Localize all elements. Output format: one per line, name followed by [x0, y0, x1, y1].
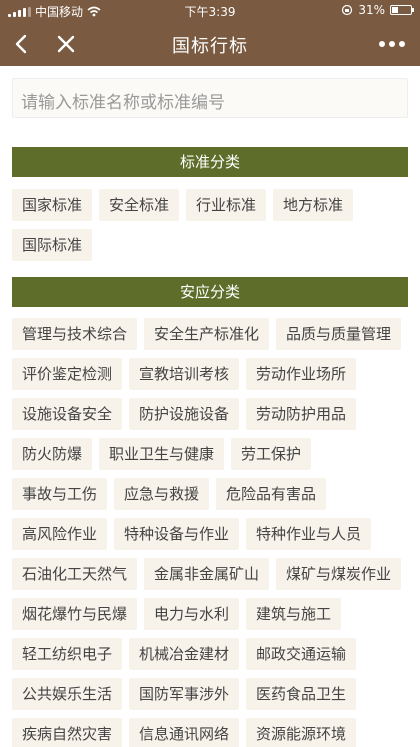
- category-tag[interactable]: 地方标准: [273, 189, 354, 221]
- page-title: 国标行标: [172, 36, 248, 57]
- category-tag[interactable]: 资源能源环境: [246, 718, 357, 747]
- search-input[interactable]: 请输入标准名称或标准编号: [12, 78, 408, 118]
- category-tag[interactable]: 石油化工天然气: [12, 558, 138, 590]
- category-tag[interactable]: 职业卫生与健康: [99, 438, 225, 470]
- category-tag[interactable]: 评价鉴定检测: [12, 358, 123, 390]
- battery-percent: 31%: [358, 3, 385, 17]
- category-tag[interactable]: 应急与救援: [114, 478, 210, 510]
- category-tag[interactable]: 劳动作业场所: [246, 358, 357, 390]
- battery-icon: [390, 5, 414, 15]
- lock-rotation-icon: [342, 4, 353, 16]
- nav-bar: 国标行标: [0, 22, 420, 66]
- category-tag[interactable]: 品质与质量管理: [276, 318, 402, 350]
- category-tag[interactable]: 防护设施设备: [129, 398, 240, 430]
- category-tag[interactable]: 煤矿与煤炭作业: [276, 558, 402, 590]
- category-tag[interactable]: 公共娱乐生活: [12, 678, 123, 710]
- category-tag[interactable]: 国防军事涉外: [129, 678, 240, 710]
- safety-category-header: 安应分类: [12, 277, 408, 307]
- standard-category-header: 标准分类: [12, 147, 408, 177]
- category-tag[interactable]: 特种作业与人员: [246, 518, 372, 550]
- category-tag[interactable]: 高风险作业: [12, 518, 108, 550]
- category-tag[interactable]: 机械冶金建材: [129, 638, 240, 670]
- category-tag[interactable]: 建筑与施工: [246, 598, 342, 630]
- more-dots-icon[interactable]: [376, 32, 408, 56]
- category-tag[interactable]: 电力与水利: [144, 598, 240, 630]
- category-tag[interactable]: 金属非金属矿山: [144, 558, 270, 590]
- category-tag[interactable]: 安全生产标准化: [144, 318, 270, 350]
- category-tag[interactable]: 劳工保护: [231, 438, 312, 470]
- category-tag[interactable]: 烟花爆竹与民爆: [12, 598, 138, 630]
- status-bar: 中国移动 下午3:39 31%: [0, 0, 420, 22]
- category-tag[interactable]: 信息通讯网络: [129, 718, 240, 747]
- category-tag[interactable]: 行业标准: [186, 189, 267, 221]
- category-tag[interactable]: 国家标准: [12, 189, 93, 221]
- category-tag[interactable]: 危险品有害品: [216, 478, 327, 510]
- category-tag[interactable]: 宣教培训考核: [129, 358, 240, 390]
- category-tag[interactable]: 防火防爆: [12, 438, 93, 470]
- category-tag[interactable]: 管理与技术综合: [12, 318, 138, 350]
- safety-category-tags: 管理与技术综合 安全生产标准化 品质与质量管理评价鉴定检测 宣教培训考核 劳动作业场所设…: [12, 318, 412, 747]
- category-tag[interactable]: 事故与工伤: [12, 478, 108, 510]
- category-tag[interactable]: 轻工纺织电子: [12, 638, 123, 670]
- category-tag[interactable]: 医药食品卫生: [246, 678, 357, 710]
- category-tag[interactable]: 疾病自然灾害: [12, 718, 123, 747]
- search-area: 请输入标准名称或标准编号: [0, 66, 420, 130]
- category-tag[interactable]: 邮政交通运输: [246, 638, 357, 670]
- category-tag[interactable]: 设施设备安全: [12, 398, 123, 430]
- status-right: 31%: [341, 3, 414, 17]
- category-tag[interactable]: 劳动防护用品: [246, 398, 357, 430]
- category-tag[interactable]: 特种设备与作业: [114, 518, 240, 550]
- standard-category-tags: 国家标准 安全标准 行业标准 地方标准国际标准: [12, 189, 412, 269]
- category-tag[interactable]: 安全标准: [99, 189, 180, 221]
- category-tag[interactable]: 国际标准: [12, 229, 93, 261]
